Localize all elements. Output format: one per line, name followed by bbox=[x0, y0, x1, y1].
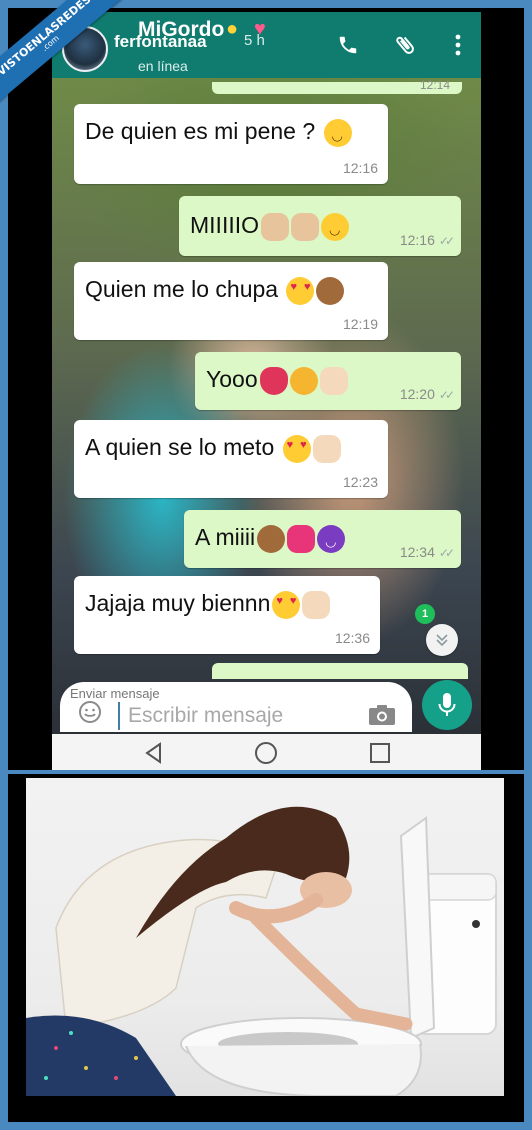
heart-eyes-icon bbox=[286, 276, 315, 305]
smiling-devil-icon bbox=[317, 524, 346, 553]
smirking-face-icon bbox=[321, 212, 349, 241]
message-text: MIIIIIO bbox=[190, 212, 259, 238]
contact-title[interactable]: MiGordo ● ♥ ferfontanaa 5 h bbox=[114, 18, 304, 58]
see-no-evil-monkey-icon bbox=[316, 276, 345, 305]
composer-overlay-label: Enviar mensaje bbox=[70, 686, 160, 701]
scroll-to-bottom-button[interactable] bbox=[426, 624, 458, 656]
microphone-icon bbox=[438, 693, 456, 716]
message-incoming[interactable]: Quien me lo chupa 12:19 bbox=[74, 262, 388, 340]
message-bubble-partial: 12:14 bbox=[212, 78, 462, 94]
message-bubble-partial bbox=[212, 663, 468, 679]
photo-woman-leaning-over-toilet bbox=[26, 778, 504, 1096]
double-check-icon: ✓✓ bbox=[438, 546, 455, 560]
message-time: 12:16 bbox=[399, 232, 435, 248]
message-incoming[interactable]: Jajaja muy biennn 12:36 bbox=[74, 576, 380, 654]
raising-hand-icon bbox=[291, 212, 319, 241]
android-nav-bar bbox=[52, 734, 481, 770]
heart-with-arrow-icon bbox=[287, 524, 316, 553]
chevron-double-down-icon bbox=[436, 634, 448, 647]
message-text: A miiii bbox=[195, 524, 256, 550]
message-outgoing[interactable]: A miiii 12:34✓✓ bbox=[184, 510, 461, 568]
smiley-icon[interactable] bbox=[78, 700, 102, 729]
message-text: Jajaja muy biennn bbox=[85, 590, 271, 616]
message-incoming[interactable]: A quien se lo meto 12:23 bbox=[74, 420, 388, 498]
heart-eyes-cat-icon bbox=[289, 366, 318, 395]
double-check-icon: ✓✓ bbox=[438, 234, 455, 248]
phone-screen: MiGordo ● ♥ ferfontanaa 5 h en línea 12:… bbox=[52, 12, 481, 770]
microphone-button[interactable] bbox=[422, 680, 472, 730]
clapping-hands-icon bbox=[302, 590, 331, 619]
home-circle-icon[interactable] bbox=[252, 740, 280, 766]
raising-hand-icon bbox=[261, 212, 289, 241]
clapping-hands-icon bbox=[319, 366, 348, 395]
message-input[interactable] bbox=[118, 702, 348, 730]
message-text: A quien se lo meto bbox=[85, 434, 275, 460]
message-composer: Enviar mensaje bbox=[60, 682, 412, 732]
message-time: 12:16 bbox=[342, 160, 378, 176]
contact-status: en línea bbox=[138, 58, 188, 74]
unread-count-badge: 1 bbox=[415, 604, 435, 624]
message-time: 12:34 bbox=[399, 544, 435, 560]
phone-icon[interactable] bbox=[335, 30, 361, 60]
camera-icon[interactable] bbox=[368, 704, 396, 731]
heart-eyes-cat-icon: ● bbox=[226, 18, 239, 40]
more-vert-icon[interactable] bbox=[445, 30, 471, 60]
message-time: 12:20 bbox=[399, 386, 435, 402]
message-text: Yooo bbox=[206, 366, 258, 392]
message-time: 12:36 bbox=[334, 630, 370, 646]
heart-eyes-icon bbox=[272, 590, 301, 619]
tongue-icon bbox=[259, 366, 288, 395]
message-time: 12:23 bbox=[342, 474, 378, 490]
message-text: De quien es mi pene ? bbox=[85, 118, 316, 144]
overlay-username: ferfontanaa bbox=[114, 32, 207, 51]
message-time: 12:14 bbox=[419, 78, 450, 92]
see-no-evil-monkey-icon bbox=[257, 524, 286, 553]
paperclip-icon[interactable] bbox=[392, 30, 418, 60]
message-outgoing[interactable]: MIIIIIO 12:16✓✓ bbox=[179, 196, 461, 256]
heart-eyes-icon bbox=[282, 434, 311, 463]
chat-header: MiGordo ● ♥ ferfontanaa 5 h en línea bbox=[52, 12, 481, 78]
recents-square-icon[interactable] bbox=[366, 740, 394, 766]
back-triangle-icon[interactable] bbox=[140, 740, 168, 766]
double-check-icon: ✓✓ bbox=[438, 388, 455, 402]
message-time: 12:19 bbox=[342, 316, 378, 332]
message-outgoing[interactable]: Yooo 12:20 ✓✓ bbox=[195, 352, 461, 410]
overlay-timestamp: 5 h bbox=[244, 32, 265, 49]
message-incoming[interactable]: De quien es mi pene ? 12:16 bbox=[74, 104, 388, 184]
photo-illustration bbox=[26, 806, 497, 1096]
clapping-hands-icon bbox=[312, 434, 341, 463]
smiling-face-icon bbox=[323, 118, 352, 147]
message-text: Quien me lo chupa bbox=[85, 276, 279, 302]
